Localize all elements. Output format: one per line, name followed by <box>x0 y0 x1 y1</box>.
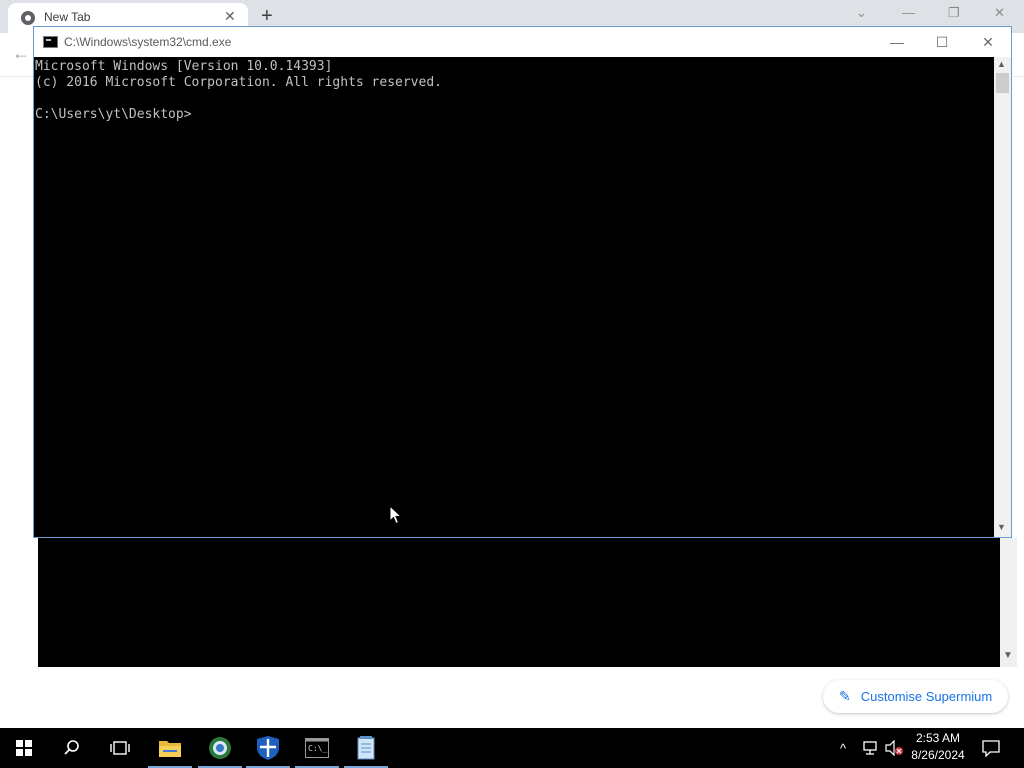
action-center-icon[interactable] <box>982 728 1000 768</box>
chrome-favicon-icon <box>21 11 35 25</box>
page-scrollbar[interactable]: ▼ <box>1000 538 1017 667</box>
clock-time: 2:53 AM <box>915 731 961 745</box>
new-tab-button[interactable]: + <box>261 4 273 28</box>
scroll-down-arrow-icon[interactable]: ▼ <box>1003 650 1013 661</box>
console-line: Microsoft Windows [Version 10.0.14393] <box>35 59 333 74</box>
tab-search-icon[interactable]: ⌄ <box>856 5 867 21</box>
cmd-console-output[interactable]: Microsoft Windows [Version 10.0.14393] (… <box>34 57 994 537</box>
task-view-icon[interactable] <box>96 728 144 768</box>
back-arrow-icon[interactable]: ← <box>12 43 30 64</box>
tab-title: New Tab <box>44 10 91 24</box>
customise-label: Customise Supermium <box>860 689 993 704</box>
page-embedded-console-area <box>38 538 1000 667</box>
browser-close-button[interactable]: ✕ <box>994 5 1005 21</box>
scroll-thumb[interactable] <box>996 73 1009 93</box>
scroll-up-arrow-icon[interactable]: ▲ <box>997 59 1006 69</box>
pencil-icon: ✎ <box>839 688 851 704</box>
cmd-window[interactable]: C:\Windows\system32\cmd.exe — ☐ ✕ Micros… <box>33 26 1012 538</box>
cmd-icon[interactable]: C:\_ <box>293 728 341 768</box>
customise-supermium-button[interactable]: ✎ Customise Supermium <box>823 680 1008 713</box>
cmd-maximize-button[interactable]: ☐ <box>922 31 962 53</box>
cmd-close-button[interactable]: ✕ <box>968 31 1008 53</box>
cmd-scrollbar[interactable]: ▲ ▼ <box>994 57 1011 537</box>
volume-muted-icon[interactable] <box>884 728 904 768</box>
browser-icon[interactable] <box>196 728 244 768</box>
cmd-window-title: C:\Windows\system32\cmd.exe <box>64 35 232 49</box>
network-icon[interactable] <box>861 728 879 768</box>
taskbar-clock[interactable]: 2:53 AM 8/26/2024 <box>903 730 973 764</box>
tray-chevron-icon[interactable]: ^ <box>840 728 846 768</box>
security-shield-icon[interactable] <box>244 728 292 768</box>
search-icon[interactable] <box>48 728 96 768</box>
taskbar: C:\_ ^ 2:53 AM 8/26/2024 <box>0 728 1024 768</box>
clock-date: 8/26/2024 <box>911 748 965 762</box>
file-explorer-icon[interactable] <box>146 728 194 768</box>
cmd-minimize-button[interactable]: — <box>877 31 917 53</box>
windows-start-icon[interactable] <box>0 728 48 768</box>
tab-close-icon[interactable]: ✕ <box>224 9 236 23</box>
svg-text:C:\_: C:\_ <box>308 744 327 753</box>
cmd-titlebar[interactable]: C:\Windows\system32\cmd.exe — ☐ ✕ <box>34 27 1011 57</box>
notepad-icon[interactable] <box>342 728 390 768</box>
console-line: (c) 2016 Microsoft Corporation. All righ… <box>35 75 442 90</box>
browser-restore-button[interactable]: ❐ <box>948 5 960 21</box>
console-prompt[interactable]: C:\Users\yt\Desktop> <box>35 107 994 123</box>
cmd-app-icon <box>43 36 58 48</box>
scroll-down-arrow-icon[interactable]: ▼ <box>997 522 1006 532</box>
browser-minimize-button[interactable]: — <box>902 5 915 21</box>
